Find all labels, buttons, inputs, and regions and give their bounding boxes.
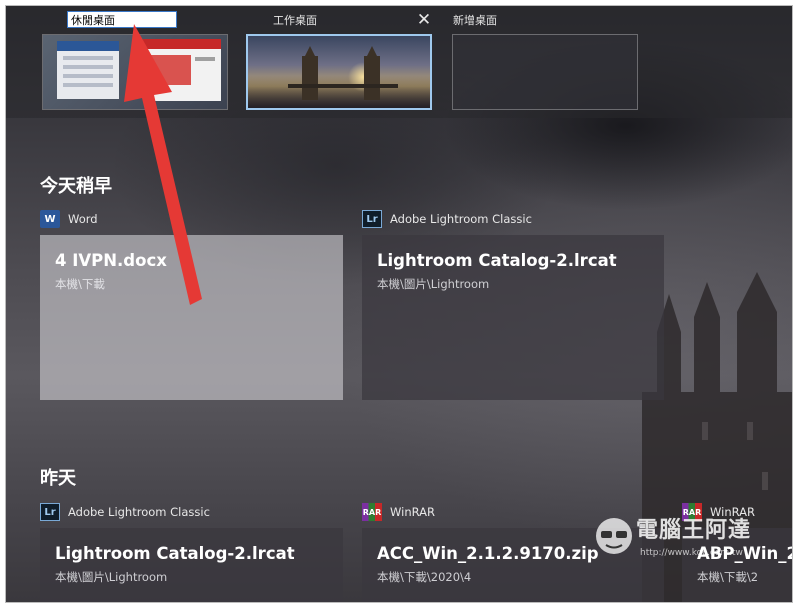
task-view-screen: 工作桌面 ✕ 新增桌面 xyxy=(6,6,792,602)
red-annotation-arrow xyxy=(124,24,202,305)
